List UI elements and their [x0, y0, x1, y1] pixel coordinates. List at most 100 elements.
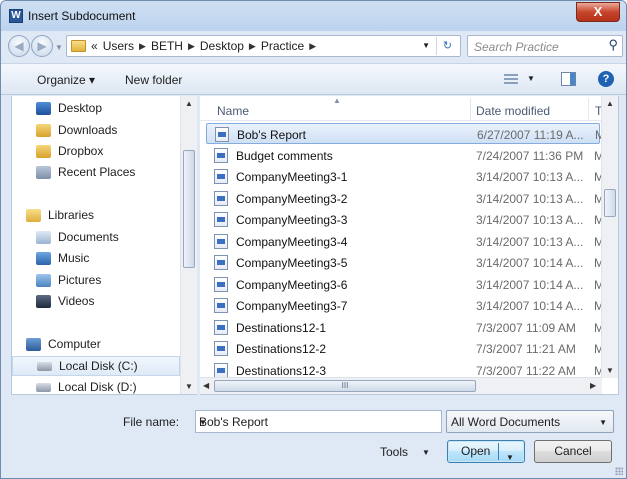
- breadcrumb-practice[interactable]: Practice: [261, 39, 304, 53]
- scroll-up-icon[interactable]: ▲: [185, 99, 193, 108]
- breadcrumb-desktop[interactable]: Desktop: [200, 39, 244, 53]
- breadcrumb-separator-icon[interactable]: ▶: [139, 41, 146, 52]
- column-name[interactable]: Name: [217, 104, 249, 118]
- nav-item-documents[interactable]: Documents: [12, 227, 180, 247]
- table-row[interactable]: Budget comments7/24/2007 11:36 PMMic: [206, 145, 613, 166]
- file-name: CompanyMeeting3-7: [236, 299, 348, 313]
- nav-item-local-disk-d[interactable]: Local Disk (D:): [12, 377, 180, 394]
- nav-scrollbar[interactable]: ▲ ▼: [180, 96, 197, 394]
- scroll-down-icon[interactable]: ▼: [606, 366, 614, 375]
- file-type-dropdown-icon[interactable]: ▼: [599, 418, 607, 427]
- scroll-up-icon[interactable]: ▲: [606, 99, 614, 108]
- word-document-icon: [214, 233, 228, 249]
- file-list[interactable]: Name ▲ Date modified Typ Bob's Report 6/2…: [200, 96, 619, 395]
- scroll-right-icon[interactable]: ▶: [590, 381, 596, 390]
- navigation-pane[interactable]: Desktop Downloads Dropbox Recent Places …: [11, 96, 197, 395]
- search-icon[interactable]: ⚲: [608, 37, 618, 53]
- breadcrumb-overflow[interactable]: «: [91, 39, 98, 53]
- nav-item-pictures[interactable]: Pictures: [12, 270, 180, 290]
- help-icon[interactable]: ?: [598, 71, 614, 87]
- file-name-field[interactable]: Bob's Report ▼: [195, 410, 442, 433]
- resize-grip-icon[interactable]: [615, 467, 623, 475]
- views-dropdown-icon[interactable]: ▼: [527, 74, 535, 83]
- word-document-icon: [214, 190, 228, 206]
- breadcrumb-separator-icon[interactable]: ▶: [309, 41, 316, 52]
- file-date: 3/14/2007 10:14 A...: [476, 299, 584, 313]
- nav-item-label: Local Disk (D:): [58, 380, 137, 394]
- breadcrumb-beth[interactable]: BETH: [151, 39, 183, 53]
- breadcrumb[interactable]: « Users ▶ BETH ▶ Desktop ▶ Practice ▶ ▼ …: [66, 35, 461, 57]
- table-row[interactable]: Bob's Report6/27/2007 11:19 A...Mic: [206, 123, 614, 144]
- file-list-scrollbar[interactable]: ▲ ▼: [601, 96, 618, 378]
- table-row[interactable]: CompanyMeeting3-43/14/2007 10:13 A...Mic: [206, 231, 613, 252]
- table-row[interactable]: Destinations12-27/3/2007 11:21 AMMic: [206, 338, 613, 359]
- nav-item-desktop[interactable]: Desktop: [12, 98, 180, 118]
- table-row[interactable]: CompanyMeeting3-73/14/2007 10:14 A...Mic: [206, 295, 613, 316]
- open-button[interactable]: Open ▼: [447, 440, 525, 463]
- column-divider[interactable]: [470, 98, 471, 120]
- horizontal-scrollbar-thumb[interactable]: III: [214, 380, 476, 392]
- nav-item-label: Pictures: [58, 273, 102, 287]
- nav-item-label: Recent Places: [58, 165, 136, 179]
- file-date: 3/14/2007 10:13 A...: [476, 234, 584, 249]
- nav-item-libraries[interactable]: Libraries: [12, 205, 180, 225]
- table-row[interactable]: Destinations12-17/3/2007 11:09 AMMic: [206, 317, 613, 338]
- file-list-scrollbar-thumb[interactable]: [604, 189, 616, 217]
- drive-icon: [37, 361, 52, 371]
- file-type-select[interactable]: All Word Documents ▼: [446, 410, 614, 433]
- pictures-icon: [36, 273, 51, 287]
- cancel-button[interactable]: Cancel: [534, 440, 612, 463]
- nav-item-label: Music: [58, 251, 90, 265]
- open-dropdown-icon[interactable]: ▼: [506, 447, 514, 468]
- horizontal-scrollbar[interactable]: ◀ III ▶: [200, 377, 602, 394]
- file-name: Destinations12-2: [236, 342, 327, 356]
- table-row[interactable]: CompanyMeeting3-53/14/2007 10:14 A...Mic: [206, 252, 613, 273]
- scroll-left-icon[interactable]: ◀: [203, 381, 209, 390]
- forward-button[interactable]: ▶: [31, 35, 53, 57]
- back-button[interactable]: ◀: [8, 35, 30, 57]
- table-row[interactable]: CompanyMeeting3-63/14/2007 10:14 A...Mic: [206, 274, 613, 295]
- file-name-label: File name:: [123, 415, 180, 429]
- word-document-icon: [214, 319, 228, 335]
- new-folder-button[interactable]: New folder: [125, 73, 182, 87]
- address-dropdown-icon[interactable]: ▼: [422, 41, 430, 50]
- nav-item-videos[interactable]: Videos: [12, 291, 180, 311]
- tools-dropdown-icon[interactable]: ▼: [422, 448, 430, 457]
- file-date: 7/24/2007 11:36 PM: [476, 148, 584, 163]
- nav-item-music[interactable]: Music: [12, 248, 180, 268]
- nav-item-recent-places[interactable]: Recent Places: [12, 162, 180, 182]
- recent-pages-dropdown-icon[interactable]: ▼: [55, 43, 63, 52]
- file-name: CompanyMeeting3-3: [236, 213, 348, 227]
- nav-item-label: Dropbox: [58, 144, 104, 158]
- nav-scrollbar-thumb[interactable]: [183, 150, 195, 268]
- nav-item-dropbox[interactable]: Dropbox: [12, 141, 180, 161]
- drive-icon: [36, 382, 51, 392]
- file-name: Destinations12-3: [236, 363, 327, 378]
- scroll-down-icon[interactable]: ▼: [185, 382, 193, 391]
- sort-ascending-icon: ▲: [333, 96, 341, 105]
- preview-pane-icon[interactable]: [561, 72, 576, 86]
- breadcrumb-users[interactable]: Users: [103, 39, 134, 53]
- address-row: ◀ ▶ ▼ « Users ▶ BETH ▶ Desktop ▶ Practic…: [1, 31, 626, 61]
- table-row[interactable]: CompanyMeeting3-33/14/2007 10:13 A...Mic: [206, 209, 613, 230]
- libraries-icon: [26, 208, 41, 222]
- nav-item-local-disk-c[interactable]: Local Disk (C:): [12, 356, 180, 376]
- column-date-modified[interactable]: Date modified: [476, 104, 550, 118]
- nav-item-label: Downloads: [58, 123, 118, 137]
- refresh-icon[interactable]: ↻: [436, 37, 458, 55]
- table-row[interactable]: CompanyMeeting3-23/14/2007 10:13 A...Mic: [206, 188, 613, 209]
- breadcrumb-separator-icon[interactable]: ▶: [188, 41, 195, 52]
- close-button[interactable]: X: [576, 2, 620, 22]
- title-bar: W Insert Subdocument X: [1, 1, 626, 31]
- search-input[interactable]: Search Practice ⚲: [467, 35, 623, 57]
- nav-item-computer[interactable]: Computer: [12, 334, 180, 354]
- nav-item-downloads[interactable]: Downloads: [12, 120, 180, 140]
- table-row[interactable]: CompanyMeeting3-13/14/2007 10:13 A...Mic: [206, 166, 613, 187]
- views-icon[interactable]: [504, 74, 518, 85]
- organize-button[interactable]: Organize ▾: [37, 73, 95, 87]
- downloads-icon: [36, 123, 51, 137]
- column-divider[interactable]: [588, 98, 589, 120]
- tools-button[interactable]: Tools: [380, 445, 408, 459]
- breadcrumb-separator-icon[interactable]: ▶: [249, 41, 256, 52]
- file-name-dropdown-icon[interactable]: ▼: [199, 418, 435, 427]
